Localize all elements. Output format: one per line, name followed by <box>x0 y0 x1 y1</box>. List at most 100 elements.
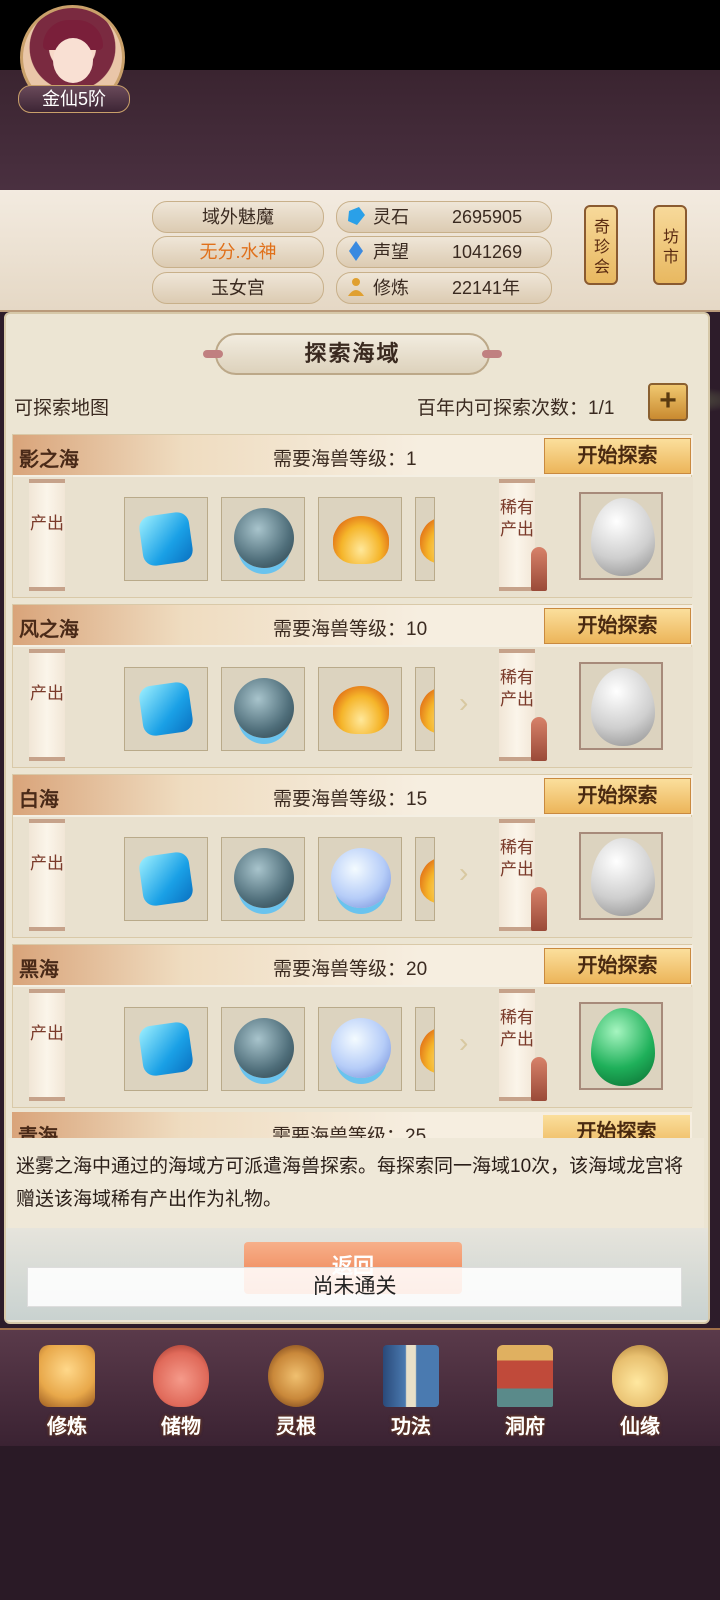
blue-gem-icon <box>137 510 195 568</box>
row-body: 产出 › 稀有产出 <box>13 817 693 937</box>
rock-decoration <box>531 717 547 761</box>
white-egg-icon <box>591 668 655 746</box>
golden-flame-icon <box>333 516 389 564</box>
sea-name: 白海 <box>19 789 59 811</box>
reputation-icon <box>349 241 363 261</box>
golden-flame-icon <box>420 686 434 734</box>
nav-fortune[interactable]: 仙缘 <box>590 1345 690 1440</box>
item-slot[interactable] <box>221 1007 305 1091</box>
add-explore-count-button[interactable]: + <box>648 383 688 421</box>
item-slot-partial[interactable] <box>415 1007 435 1091</box>
item-slot[interactable] <box>124 497 208 581</box>
sea-row: 黑海 需要海兽等级：20 开始探索 产出 › 稀有产出 <box>12 944 693 1108</box>
green-egg-icon <box>591 1008 655 1086</box>
nav-cave[interactable]: 洞府 <box>475 1345 575 1440</box>
light-orb-icon <box>331 1018 391 1078</box>
rare-output-label: 稀有产出 <box>500 668 534 709</box>
rock-decoration <box>531 887 547 931</box>
nav-storage[interactable]: 储物 <box>131 1345 231 1440</box>
nav-spirit-root[interactable]: 灵根 <box>246 1345 346 1440</box>
scroll-right-arrow-icon[interactable]: › <box>459 687 468 719</box>
background-bottom <box>0 1446 720 1600</box>
stat-label: 灵石 <box>373 207 409 227</box>
item-slot[interactable] <box>124 837 208 921</box>
golden-flame-icon <box>420 516 434 564</box>
sea-row: 影之海 需要海兽等级：1 开始探索 产出 稀有产出 <box>12 434 693 598</box>
rare-item-slot[interactable] <box>579 1002 663 1090</box>
market-lantern[interactable]: 坊市 <box>653 205 687 285</box>
sea-requirement: 需要海兽等级：15 <box>273 789 428 810</box>
start-explore-button[interactable]: 开始探索 <box>543 1115 690 1138</box>
rare-item-slot[interactable] <box>579 832 663 920</box>
blue-gem-icon <box>137 680 195 738</box>
item-slot[interactable] <box>318 1007 402 1091</box>
rare-output-label: 稀有产出 <box>500 838 534 879</box>
item-slot-partial[interactable] <box>415 497 435 581</box>
nav-label: 功法 <box>391 1416 431 1438</box>
nav-label: 储物 <box>161 1416 201 1438</box>
nav-cultivation[interactable]: 修炼 <box>17 1345 117 1440</box>
item-slot[interactable] <box>221 837 305 921</box>
stat-value: 22141年 <box>452 278 521 298</box>
avatar-face <box>53 38 93 83</box>
sea-requirement: 需要海兽等级：20 <box>273 959 428 980</box>
nav-label: 洞府 <box>505 1416 545 1438</box>
output-label: 产出 <box>30 684 64 703</box>
stat-cultivation: 修炼 22141年 <box>336 272 552 304</box>
stat-label: 声望 <box>373 242 409 262</box>
nav-technique[interactable]: 功法 <box>361 1345 461 1440</box>
item-slot[interactable] <box>124 1007 208 1091</box>
toast-notice: 尚未通关 <box>27 1267 682 1307</box>
golden-flame-icon <box>420 1026 434 1074</box>
item-slot[interactable] <box>124 667 208 751</box>
rare-output-scroll: 稀有产出 <box>499 479 535 591</box>
row-body: 产出 稀有产出 <box>13 477 693 597</box>
cultivation-icon <box>348 278 364 296</box>
row-body: 产出 › 稀有产出 <box>13 647 693 767</box>
rare-item-slot[interactable] <box>579 492 663 580</box>
item-slot-partial[interactable] <box>415 667 435 751</box>
fortune-gourd-icon <box>612 1345 668 1407</box>
stat-spirit-stone: 灵石 2695905 <box>336 201 552 233</box>
item-slot[interactable] <box>318 497 402 581</box>
sea-name: 青海 <box>18 1126 58 1138</box>
start-explore-button[interactable]: 开始探索 <box>544 438 691 474</box>
golden-flame-icon <box>420 856 434 904</box>
sea-row: 风之海 需要海兽等级：10 开始探索 产出 › 稀有产出 <box>12 604 693 768</box>
blue-gem-icon <box>137 850 195 908</box>
rock-decoration <box>531 1057 547 1101</box>
rare-output-label: 稀有产出 <box>500 498 534 539</box>
scroll-right-arrow-icon[interactable]: › <box>459 857 468 889</box>
nav-label: 修炼 <box>47 1416 87 1438</box>
item-slot-partial[interactable] <box>415 837 435 921</box>
treasure-fair-lantern[interactable]: 奇珍会 <box>584 205 618 285</box>
cave-palace-icon <box>497 1345 553 1407</box>
item-slot[interactable] <box>221 497 305 581</box>
stat-value: 1041269 <box>452 242 523 262</box>
item-slot[interactable] <box>318 837 402 921</box>
start-explore-button[interactable]: 开始探索 <box>544 948 691 984</box>
start-explore-button[interactable]: 开始探索 <box>544 608 691 644</box>
stat-reputation: 声望 1041269 <box>336 236 552 268</box>
spirit-root-icon <box>268 1345 324 1407</box>
rare-item-slot[interactable] <box>579 662 663 750</box>
golden-flame-icon <box>333 686 389 734</box>
nav-label: 仙缘 <box>620 1416 660 1438</box>
light-orb-icon <box>331 848 391 908</box>
sea-requirement: 需要海兽等级：25 <box>272 1126 427 1138</box>
start-explore-button[interactable]: 开始探索 <box>544 778 691 814</box>
item-slot[interactable] <box>318 667 402 751</box>
rare-output-label: 稀有产出 <box>500 1008 534 1049</box>
dark-orb-icon <box>234 848 294 908</box>
explore-count-label: 百年内可探索次数：1/1 <box>417 398 615 419</box>
item-slot[interactable] <box>221 667 305 751</box>
blue-gem-icon <box>137 1020 195 1078</box>
sea-row-partial: 青海 需要海兽等级：25 开始探索 <box>12 1112 692 1138</box>
dark-orb-icon <box>234 678 294 738</box>
scroll-right-arrow-icon[interactable]: › <box>459 1027 468 1059</box>
rare-output-scroll: 稀有产出 <box>499 649 535 761</box>
output-label: 产出 <box>30 854 64 873</box>
rank-badge: 金仙5阶 <box>18 85 130 113</box>
cultivation-nav-icon <box>39 1345 95 1407</box>
sea-requirement: 需要海兽等级：10 <box>273 619 428 640</box>
